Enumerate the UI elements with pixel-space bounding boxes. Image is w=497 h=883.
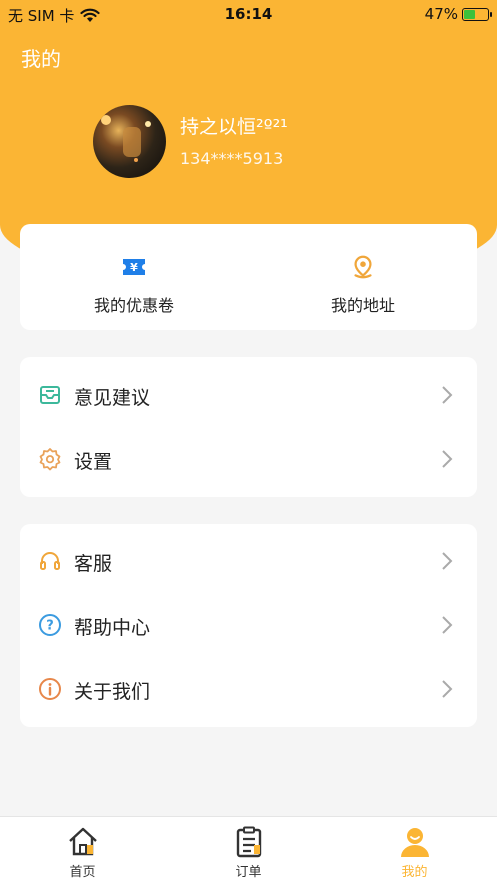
battery-level — [464, 9, 475, 19]
tab-home[interactable]: 首页 — [0, 817, 165, 883]
avatar[interactable] — [93, 105, 166, 178]
my-coupons-button[interactable]: ¥ 我的优惠卷 — [20, 224, 248, 330]
chevron-right-icon — [442, 552, 453, 570]
battery-percent: 47% — [424, 5, 458, 23]
page-title: 我的 — [21, 47, 61, 71]
my-address-button[interactable]: 我的地址 — [249, 224, 477, 330]
menu-group-2: 客服 ? 帮助中心 关于我们 — [20, 524, 477, 727]
quick-actions-card: ¥ 我的优惠卷 我的地址 — [20, 224, 477, 330]
home-icon — [69, 827, 97, 856]
status-time: 16:14 — [224, 5, 273, 23]
tab-bar: 首页 订单 我的 — [0, 816, 497, 883]
chevron-right-icon — [442, 450, 453, 468]
order-clipboard-icon — [236, 826, 262, 858]
tab-profile-label: 我的 — [401, 865, 428, 880]
menu-item-help-center[interactable]: ? 帮助中心 — [20, 593, 477, 657]
status-right: 47% — [424, 5, 492, 23]
user-phone: 134****5913 — [180, 149, 284, 168]
my-coupons-label: 我的优惠卷 — [93, 296, 174, 315]
help-icon: ? — [39, 614, 61, 636]
svg-text:¥: ¥ — [130, 261, 138, 274]
tab-orders-label: 订单 — [235, 865, 262, 880]
user-name: 持之以恒²º²¹ — [180, 116, 288, 138]
tab-orders[interactable]: 订单 — [166, 817, 331, 883]
menu-group-1: 意见建议 设置 — [20, 357, 477, 497]
chevron-right-icon — [442, 680, 453, 698]
svg-text:?: ? — [46, 619, 54, 634]
menu-item-settings[interactable]: 设置 — [20, 427, 477, 491]
chevron-right-icon — [442, 386, 453, 404]
chevron-right-icon — [442, 616, 453, 634]
profile-icon — [401, 828, 429, 857]
headset-icon — [40, 552, 60, 570]
tab-profile[interactable]: 我的 — [332, 817, 497, 883]
tab-home-label: 首页 — [69, 865, 96, 880]
menu-item-customer-service[interactable]: 客服 — [20, 529, 477, 593]
menu-item-about-us-label: 关于我们 — [74, 681, 151, 703]
menu-item-customer-service-label: 客服 — [74, 553, 113, 575]
coupon-icon: ¥ — [123, 259, 145, 275]
my-address-label: 我的地址 — [330, 296, 395, 315]
status-bar: 无 SIM 卡 16:14 47% — [0, 0, 497, 30]
battery-icon — [462, 7, 492, 21]
menu-item-help-center-label: 帮助中心 — [74, 617, 151, 639]
info-icon — [39, 678, 61, 700]
menu-item-feedback-label: 意见建议 — [74, 387, 151, 409]
gear-icon — [39, 448, 61, 471]
menu-item-feedback[interactable]: 意见建议 — [20, 363, 477, 427]
location-pin-icon — [354, 255, 372, 279]
feedback-inbox-icon — [40, 386, 60, 404]
menu-item-about-us[interactable]: 关于我们 — [20, 657, 477, 721]
menu-item-settings-label: 设置 — [74, 451, 113, 473]
